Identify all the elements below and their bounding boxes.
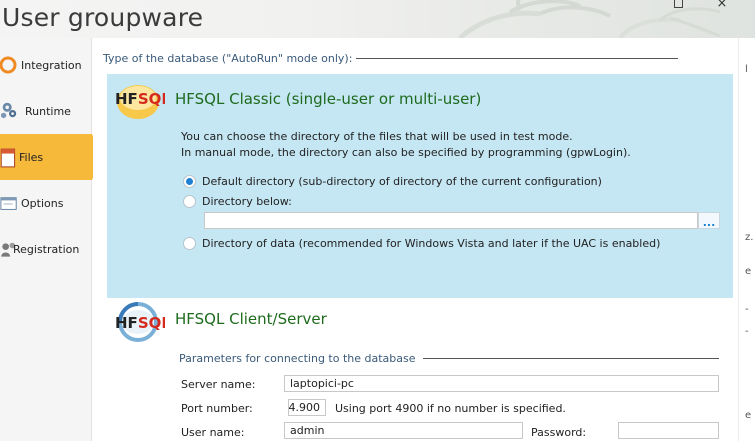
classic-description-line2: In manual mode, the directory can also b…: [181, 146, 631, 159]
section-divider: [423, 358, 719, 359]
edge-char: -: [745, 326, 749, 337]
maximize-icon: [673, 0, 683, 8]
radio-label: Directory below:: [202, 195, 292, 208]
sidebar-item-integration[interactable]: Integration: [0, 42, 92, 88]
edge-char: l: [745, 64, 748, 75]
close-button[interactable]: ×: [700, 0, 744, 12]
sidebar-item-label: Integration: [21, 58, 82, 72]
sidebar-item-label: Files: [19, 150, 44, 164]
password-input[interactable]: [618, 422, 719, 439]
edge-char: -: [745, 304, 749, 315]
hfsql-client-server-heading: HFSQL Client/Server: [175, 310, 327, 328]
sidebar-item-options[interactable]: Options: [0, 180, 92, 226]
edge-char: e: [745, 266, 752, 277]
user-name-label: User name:: [181, 426, 245, 439]
sidebar: Integration Runtime Files Options Regist…: [0, 38, 102, 441]
title-bar: User groupware ×: [0, 0, 755, 38]
edge-char: z.: [745, 232, 754, 243]
sidebar-item-files[interactable]: Files: [0, 134, 102, 180]
server-name-label: Server name:: [181, 378, 256, 391]
hfsql-logo-icon: HFSQL: [115, 85, 165, 119]
password-label: Password:: [531, 426, 587, 439]
file-icon: [0, 148, 16, 168]
section-divider: [356, 58, 678, 59]
window-title: User groupware: [2, 3, 204, 32]
hfsql-classic-heading: HFSQL Classic (single-user or multi-user…: [175, 90, 482, 108]
hfsql-logo-text: HFSQL: [115, 90, 165, 108]
close-icon: ×: [716, 0, 728, 11]
classic-description-line1: You can choose the directory of the file…: [181, 130, 573, 143]
radio-button[interactable]: [183, 237, 196, 250]
sidebar-item-label: Options: [21, 196, 64, 210]
radio-directory-below[interactable]: Directory below:: [183, 195, 292, 208]
db-type-title: Type of the database ("AutoRun" mode onl…: [103, 52, 353, 65]
port-number-label: Port number:: [181, 402, 253, 415]
radio-label: Default directory (sub-directory of dire…: [202, 175, 602, 188]
port-number-input[interactable]: 4.900: [288, 399, 326, 416]
radio-button[interactable]: [183, 195, 196, 208]
window-icon: [0, 197, 17, 210]
main-content: Type of the database ("AutoRun" mode onl…: [93, 38, 755, 441]
sidebar-item-runtime[interactable]: Runtime: [0, 88, 92, 134]
edge-char: e: [745, 410, 752, 421]
sidebar-item-registration[interactable]: Registration: [0, 226, 92, 272]
hfsql-classic-panel: HFSQL HFSQL Classic (single-user or mult…: [107, 74, 733, 298]
sidebar-item-label: Runtime: [25, 104, 71, 118]
gears-icon: [0, 102, 17, 119]
port-hint: Using port 4900 if no number is specifie…: [335, 402, 566, 415]
connection-params-title: Parameters for connecting to the databas…: [179, 352, 416, 365]
hfsql-client-server-logo-icon: HFSQL: [115, 302, 165, 342]
user-name-input[interactable]: admin: [284, 422, 523, 439]
hfsql-logo-text: HFSQL: [115, 314, 165, 332]
radio-label: Directory of data (recommended for Windo…: [202, 237, 661, 250]
radio-button[interactable]: [183, 175, 196, 188]
ring-icon: [0, 56, 17, 74]
directory-input[interactable]: [204, 212, 698, 229]
server-name-input[interactable]: laptopici-pc: [284, 375, 719, 392]
radio-default-directory[interactable]: Default directory (sub-directory of dire…: [183, 175, 602, 188]
sidebar-item-label: Registration: [13, 242, 80, 256]
maximize-button[interactable]: [656, 0, 700, 12]
radio-directory-of-data[interactable]: Directory of data (recommended for Windo…: [183, 237, 660, 250]
browse-button[interactable]: ...: [698, 212, 720, 229]
